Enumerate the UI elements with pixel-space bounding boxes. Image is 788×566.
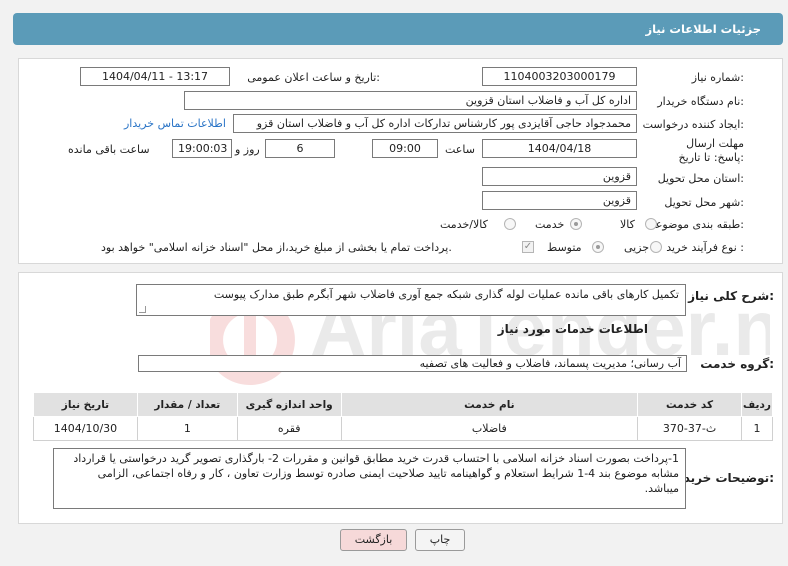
page-title: جزئیات اطلاعات نیاز: [645, 22, 761, 36]
buyer-notes-label: توضیحات خریدار:: [672, 471, 774, 485]
summary-text: تکمیل کارهای باقی مانده عملیات لوله گذار…: [213, 288, 679, 301]
cell-unit: فقره: [236, 416, 342, 441]
category-option-service: خدمت: [535, 218, 565, 231]
days-field: 6: [265, 139, 335, 158]
city-field: قزوین: [482, 191, 637, 210]
province-label: استان محل تحویل:: [657, 172, 744, 185]
cell-row: 1: [740, 416, 774, 441]
cell-need-date: 1404/10/30: [33, 416, 138, 441]
cell-service-code: ث-37-370: [637, 416, 742, 441]
services-table: تاریخ نیاز تعداد / مقدار واحد اندازه گیر…: [33, 392, 774, 441]
buyer-org-field: اداره کل آب و فاضلاب استان قزوین: [184, 91, 637, 110]
col-service-name: نام خدمت: [340, 392, 639, 417]
remaining-time-field: 19:00:03: [172, 139, 232, 158]
remaining-label: ساعت باقی مانده: [68, 143, 150, 156]
services-section-title: اطلاعات خدمات مورد نیاز: [497, 322, 648, 336]
print-button[interactable]: چاپ: [415, 529, 465, 551]
buyer-notes-textarea[interactable]: 1-پرداخت بصورت اسناد خزانه اسلامی با احت…: [53, 448, 686, 509]
col-unit: واحد اندازه گیری: [236, 392, 342, 417]
table-header-row: تاریخ نیاز تعداد / مقدار واحد اندازه گیر…: [33, 392, 774, 417]
buyer-notes-text: 1-پرداخت بصورت اسناد خزانه اسلامی با احت…: [73, 452, 679, 495]
treasury-payment-note: پرداخت تمام یا بخشی از مبلغ خرید،از محل …: [101, 241, 452, 254]
cell-service-name: فاضلاب: [340, 416, 639, 441]
process-label: نوع فرآیند خرید :: [666, 241, 744, 254]
deadline-date-field: 1404/04/18: [482, 139, 637, 158]
resize-grip-icon[interactable]: [139, 306, 146, 313]
process-radio-medium[interactable]: [592, 241, 604, 253]
col-row: ردیف: [740, 392, 774, 417]
summary-label: شرح کلی نیاز:: [688, 289, 774, 303]
treasury-payment-checkbox[interactable]: ✓: [522, 241, 534, 253]
city-label: شهر محل تحویل:: [664, 196, 744, 209]
category-radio-goods-service[interactable]: [504, 218, 516, 230]
category-label: طبقه بندی موضوعی:: [646, 218, 744, 231]
page-header: جزئیات اطلاعات نیاز: [13, 13, 783, 45]
deadline-time-field: 09:00: [372, 139, 438, 158]
buyer-contact-link[interactable]: اطلاعات تماس خریدار: [124, 117, 226, 130]
process-option-minor: جزیی: [624, 241, 650, 254]
buyer-org-label: نام دستگاه خریدار:: [657, 95, 744, 108]
province-field: قزوین: [482, 167, 637, 186]
cell-quantity: 1: [136, 416, 238, 441]
service-group-label: گروه خدمت:: [700, 357, 774, 371]
process-radio-minor[interactable]: [650, 241, 662, 253]
table-row: 1404/10/30 1 فقره فاضلاب ث-37-370 1: [33, 416, 774, 441]
deadline-label: مهلت ارسال پاسخ: تا تاریخ:: [678, 137, 744, 164]
category-radio-service[interactable]: [570, 218, 582, 230]
back-button[interactable]: بازگشت: [340, 529, 407, 551]
days-label: روز و: [235, 143, 260, 156]
category-radio-goods[interactable]: [645, 218, 657, 230]
category-option-goods: کالا: [620, 218, 635, 231]
announce-label: تاریخ و ساعت اعلان عمومی:: [247, 71, 380, 84]
need-number-label: شماره نیاز:: [691, 71, 744, 84]
col-service-code: کد خدمت: [637, 392, 742, 417]
creator-label: ایجاد کننده درخواست:: [642, 118, 744, 131]
summary-textarea[interactable]: تکمیل کارهای باقی مانده عملیات لوله گذار…: [136, 284, 686, 316]
service-group-field: آب رسانی؛ مدیریت پسماند، فاضلاب و فعالیت…: [138, 355, 687, 372]
creator-field: محمدجواد حاجی آقایزدی پور کارشناس تدارکا…: [233, 114, 637, 133]
category-option-goods-service: کالا/خدمت: [440, 218, 488, 231]
col-need-date: تاریخ نیاز: [33, 392, 138, 417]
col-quantity: تعداد / مقدار: [136, 392, 238, 417]
announce-datetime-field: 1404/04/11 - 13:17: [80, 67, 230, 86]
time-label: ساعت: [445, 143, 475, 156]
process-option-medium: متوسط: [547, 241, 582, 254]
need-number-field: 1104003203000179: [482, 67, 637, 86]
